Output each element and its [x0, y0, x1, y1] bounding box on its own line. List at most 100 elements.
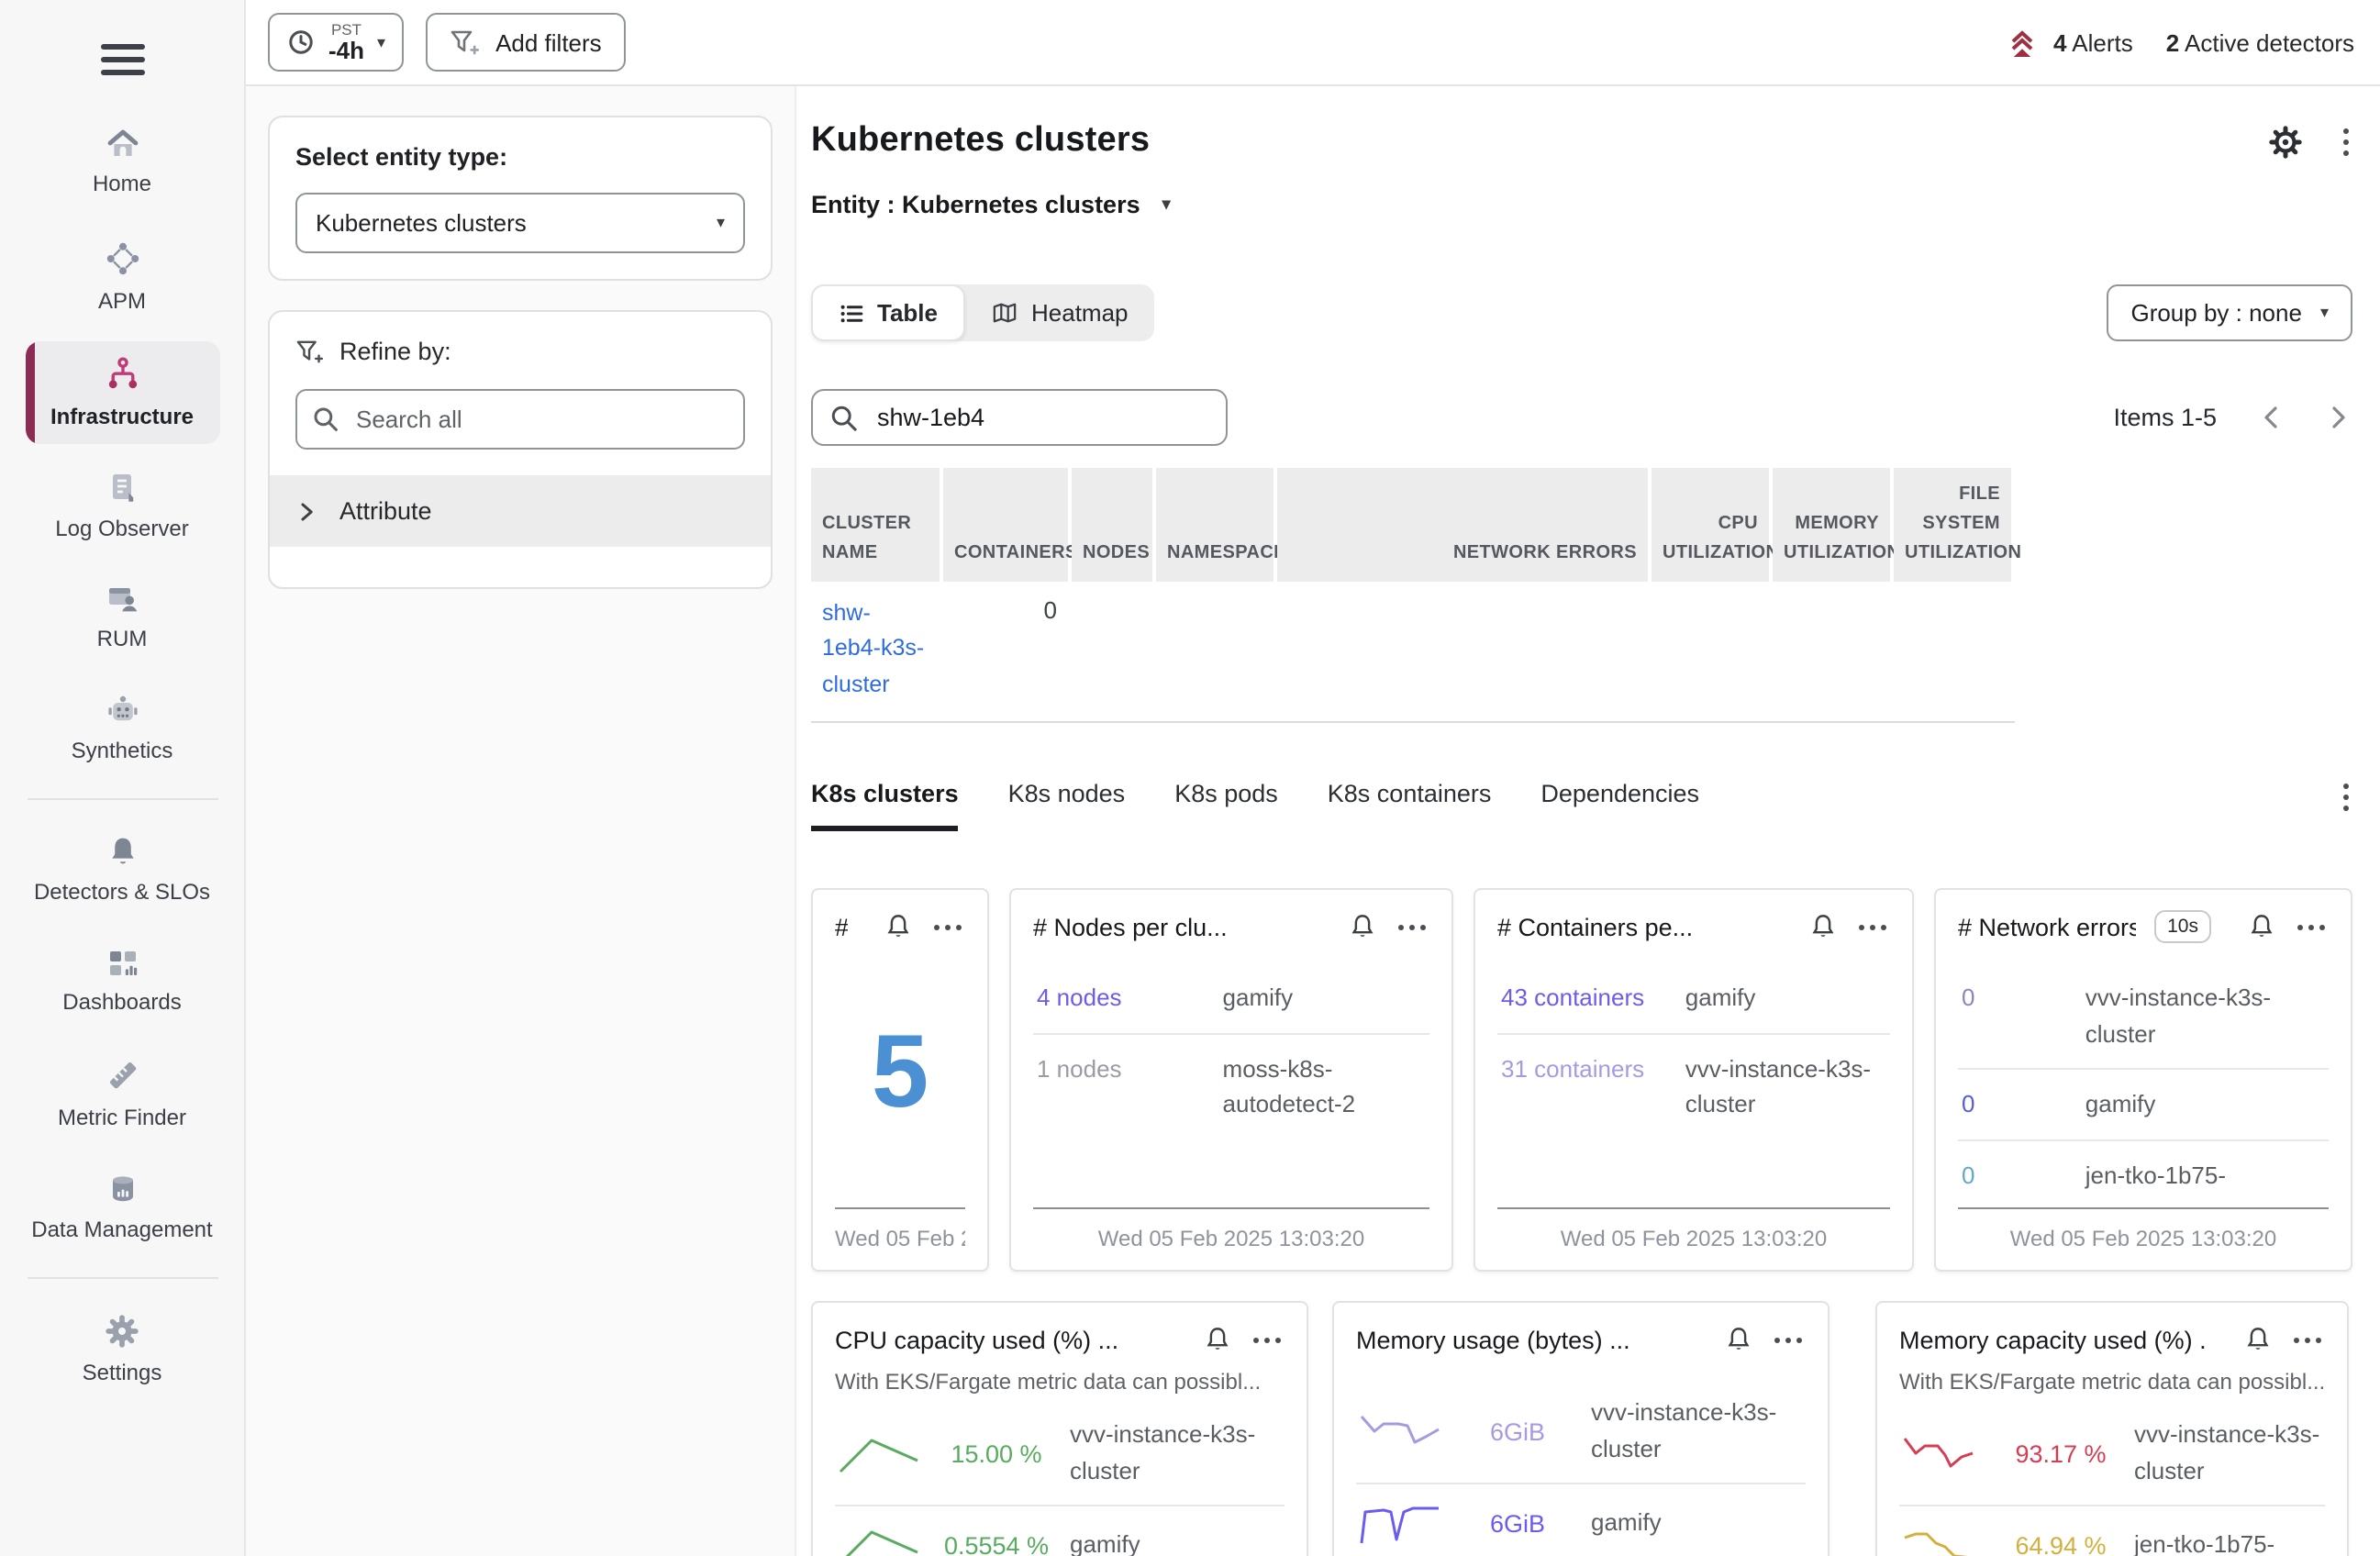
filter-plus-icon — [295, 339, 325, 364]
nodes-count-link[interactable]: 1 nodes — [1037, 1050, 1208, 1122]
sparkline — [1899, 1522, 1987, 1556]
refine-by-panel: Refine by: Attribute — [268, 310, 773, 589]
column-header-network-errors[interactable]: NETWORK ERRORS — [1277, 468, 1648, 582]
column-header-namespace[interactable]: NAMESPACE — [1156, 468, 1273, 582]
card-menu-icon[interactable] — [2290, 1333, 2325, 1346]
group-by-select[interactable]: Group by : none ▾ — [2107, 284, 2352, 341]
sidebar-item-infrastructure[interactable]: Infrastructure — [25, 340, 219, 443]
alert-bell-icon[interactable] — [2244, 1325, 2272, 1354]
sidebar-item-dashboards[interactable]: Dashboards — [25, 933, 219, 1028]
sidebar-item-log-observer[interactable]: Log Observer — [25, 457, 219, 556]
alerts-label: Alerts — [2072, 28, 2132, 56]
tab-k8s-clusters[interactable]: K8s clusters — [811, 780, 959, 831]
sidebar-item-label: Infrastructure — [50, 401, 194, 430]
card-menu-icon[interactable] — [1250, 1333, 1285, 1346]
tab-k8s-nodes[interactable]: K8s nodes — [1008, 780, 1126, 831]
sidebar-item-label: Detectors & SLOs — [34, 878, 210, 907]
database-icon — [106, 1173, 139, 1206]
refine-search-input[interactable] — [352, 404, 728, 435]
sidebar-item-label: Log Observer — [55, 514, 188, 543]
tab-dependencies[interactable]: Dependencies — [1540, 780, 1699, 831]
page-previous-icon[interactable] — [2257, 400, 2285, 435]
metric-value[interactable]: 64.94 % — [2004, 1532, 2118, 1556]
sidebar-item-synthetics[interactable]: Synthetics — [25, 680, 219, 779]
sidebar-item-detectors-slos[interactable]: Detectors & SLOs — [25, 821, 219, 920]
sidebar-item-label: Settings — [83, 1358, 162, 1387]
cluster-name-link[interactable]: shw-1eb4-k3s-cluster — [811, 582, 940, 721]
refine-by-label: Refine by: — [339, 338, 451, 365]
tab-k8s-containers[interactable]: K8s containers — [1328, 780, 1492, 831]
tabs-kebab-menu-icon[interactable] — [2340, 780, 2352, 815]
main-content: Kubernetes clusters Entity : Kubernetes … — [796, 86, 2380, 1556]
sidebar-item-rum[interactable]: RUM — [25, 569, 219, 666]
entity-selector[interactable]: Entity : Kubernetes clusters ▾ — [811, 191, 1171, 218]
bell-icon — [106, 836, 139, 869]
column-header-cpu-utilization[interactable]: CPU UTILIZATION — [1652, 468, 1769, 582]
metric-value[interactable]: 15.00 % — [940, 1440, 1053, 1468]
card-containers-per-cluster: # Containers pe... 43 containers gamify … — [1474, 888, 1914, 1272]
list-item: 15.00 % vvv-instance-k3s-cluster — [835, 1402, 1285, 1507]
alert-bell-icon[interactable] — [2248, 912, 2275, 941]
sidebar-item-label: Dashboards — [62, 986, 181, 1016]
error-count-value[interactable]: 0 — [1962, 980, 2071, 1051]
card-menu-icon[interactable] — [930, 920, 965, 933]
page-settings-gear-icon[interactable] — [2268, 124, 2303, 159]
error-count-value[interactable]: 0 — [1962, 1157, 2071, 1193]
card-title: Memory usage (bytes) ... — [1356, 1326, 1630, 1353]
sparkline — [1356, 1500, 1444, 1548]
timezone-label: PST — [331, 22, 361, 38]
error-count-value[interactable]: 0 — [1962, 1086, 2071, 1122]
page-next-icon[interactable] — [2325, 400, 2352, 435]
column-header-memory-utilization[interactable]: MEMORY UTILIZATION — [1773, 468, 1890, 582]
view-toggle-table[interactable]: Table — [811, 284, 965, 341]
column-header-cluster-name[interactable]: CLUSTER NAME — [811, 468, 940, 582]
clock-icon — [286, 28, 316, 57]
metric-value[interactable]: 93.17 % — [2004, 1440, 2118, 1468]
cluster-search-input[interactable] — [873, 402, 1209, 433]
column-header-file-system-utilization[interactable]: FILE SYSTEM UTILIZATION — [1894, 468, 2011, 582]
containers-count-link[interactable]: 31 containers — [1501, 1050, 1671, 1122]
items-range-label: Items 1-5 — [2113, 404, 2217, 431]
card-menu-icon[interactable] — [1395, 920, 1429, 933]
entity-type-panel: Select entity type: Kubernetes clusters … — [268, 116, 773, 281]
alert-bell-icon[interactable] — [1349, 912, 1376, 941]
hamburger-menu-icon[interactable] — [100, 37, 144, 83]
tab-k8s-pods[interactable]: K8s pods — [1174, 780, 1278, 831]
nodes-count-link[interactable]: 4 nodes — [1037, 980, 1208, 1016]
sidebar-item-apm[interactable]: APM — [25, 225, 219, 328]
alert-bell-icon[interactable] — [1725, 1325, 1752, 1354]
column-header-containers[interactable]: CONTAINERS — [943, 468, 1068, 582]
metric-value[interactable]: 0.5554 % — [940, 1532, 1053, 1556]
card-subtitle: With EKS/Fargate metric data can possibl… — [835, 1369, 1285, 1395]
sidebar: Home APM Infrastructure Log Observer RUM — [0, 0, 246, 1556]
active-detectors-indicator[interactable]: 2 Active detectors — [2166, 28, 2354, 56]
card-menu-icon[interactable] — [1771, 1333, 1806, 1346]
apm-icon — [104, 239, 140, 276]
metric-value[interactable]: 6GiB — [1461, 1510, 1574, 1538]
column-header-nodes[interactable]: NODES — [1072, 468, 1152, 582]
sidebar-item-home[interactable]: Home — [25, 113, 219, 212]
alerts-indicator[interactable]: 4 Alerts — [2006, 27, 2133, 58]
alert-bell-icon[interactable] — [1809, 912, 1837, 941]
containers-count-link[interactable]: 43 containers — [1501, 980, 1671, 1016]
time-range-picker[interactable]: PST -4h ▾ — [268, 13, 404, 72]
sidebar-item-settings[interactable]: Settings — [25, 1299, 219, 1400]
attribute-expander[interactable]: Attribute — [270, 475, 771, 547]
map-icon — [991, 301, 1018, 325]
alert-bell-icon[interactable] — [1204, 1325, 1231, 1354]
metric-value[interactable]: 6GiB — [1461, 1418, 1574, 1446]
list-item: 1 nodes moss-k8s-autodetect-2 — [1033, 1034, 1429, 1139]
add-filters-button[interactable]: Add filters — [426, 13, 626, 72]
view-toggle-heatmap[interactable]: Heatmap — [965, 284, 1154, 341]
card-menu-icon[interactable] — [2294, 920, 2329, 933]
cluster-label: gamify — [2085, 1086, 2325, 1122]
sidebar-item-metric-finder[interactable]: Metric Finder — [25, 1042, 219, 1145]
clusters-table: CLUSTER NAME CONTAINERS NODES NAMESPACE … — [811, 468, 2015, 723]
cluster-label: jen-tko-1b75- — [2085, 1157, 2325, 1193]
entity-type-select[interactable]: Kubernetes clusters ▾ — [295, 193, 745, 253]
page-kebab-menu-icon[interactable] — [2340, 124, 2352, 159]
sidebar-item-data-management[interactable]: Data Management — [25, 1158, 219, 1257]
cluster-label: gamify — [1070, 1528, 1285, 1556]
topbar-status: 4 Alerts 2 Active detectors — [2006, 27, 2354, 58]
card-menu-icon[interactable] — [1855, 920, 1890, 933]
